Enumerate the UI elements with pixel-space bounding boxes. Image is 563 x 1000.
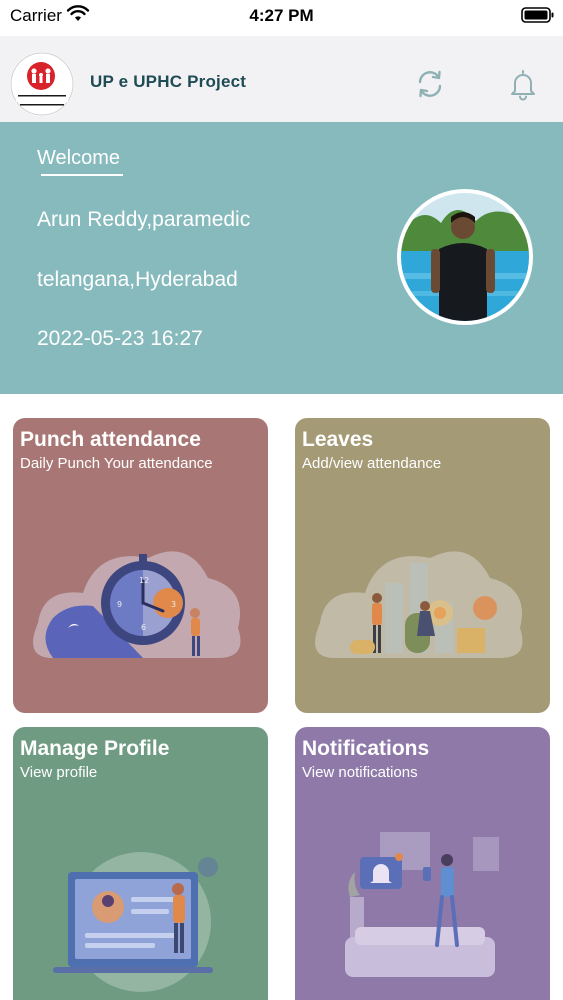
svg-text:6: 6 (141, 623, 146, 632)
user-name-role: Arun Reddy,paramedic (37, 208, 251, 231)
svg-text:9: 9 (117, 600, 122, 609)
card-title: Leaves (302, 428, 374, 451)
card-subtitle: View profile (20, 764, 98, 781)
notifications-button[interactable] (505, 66, 541, 102)
svg-text:3: 3 (171, 600, 176, 609)
leaves-card[interactable]: Leaves Add/view attendance (295, 418, 550, 713)
clock-time: 4:27 PM (249, 6, 314, 25)
clock-illustration: 12 9 3 6 (33, 551, 241, 658)
welcome-banner: Welcome Arun Reddy,paramedic telangana,H… (0, 122, 563, 394)
bell-icon (511, 70, 535, 101)
avatar[interactable] (397, 189, 533, 325)
card-subtitle: View notifications (302, 764, 418, 781)
app-header: UP e UPHC Project (0, 36, 563, 122)
current-datetime: 2022-05-23 16:27 (37, 327, 203, 350)
punch-attendance-card[interactable]: Punch attendance Daily Punch Your attend… (13, 418, 268, 713)
card-title: Manage Profile (20, 737, 170, 760)
card-subtitle: Daily Punch Your attendance (20, 455, 213, 472)
sync-icon (418, 70, 442, 98)
profile-illustration (53, 852, 218, 992)
profile-photo (401, 193, 529, 321)
card-subtitle: Add/view attendance (302, 455, 442, 472)
card-title: Notifications (302, 737, 430, 760)
bar-chart-illustration (315, 551, 523, 658)
battery-icon (521, 6, 555, 29)
nhm-logo (10, 52, 74, 116)
app-title: UP e UPHC Project (90, 72, 247, 91)
sync-button[interactable] (412, 66, 448, 102)
svg-text:12: 12 (139, 576, 149, 585)
notification-illustration (345, 832, 499, 977)
status-bar: Carrier 4:27 PM (0, 0, 563, 36)
welcome-heading: Welcome (37, 147, 120, 169)
card-title: Punch attendance (20, 428, 201, 451)
notifications-card[interactable]: Notifications View notifications (295, 727, 550, 1000)
manage-profile-card[interactable]: Manage Profile View profile (13, 727, 268, 1000)
welcome-underline (41, 174, 123, 176)
user-location: telangana,Hyderabad (37, 268, 238, 291)
